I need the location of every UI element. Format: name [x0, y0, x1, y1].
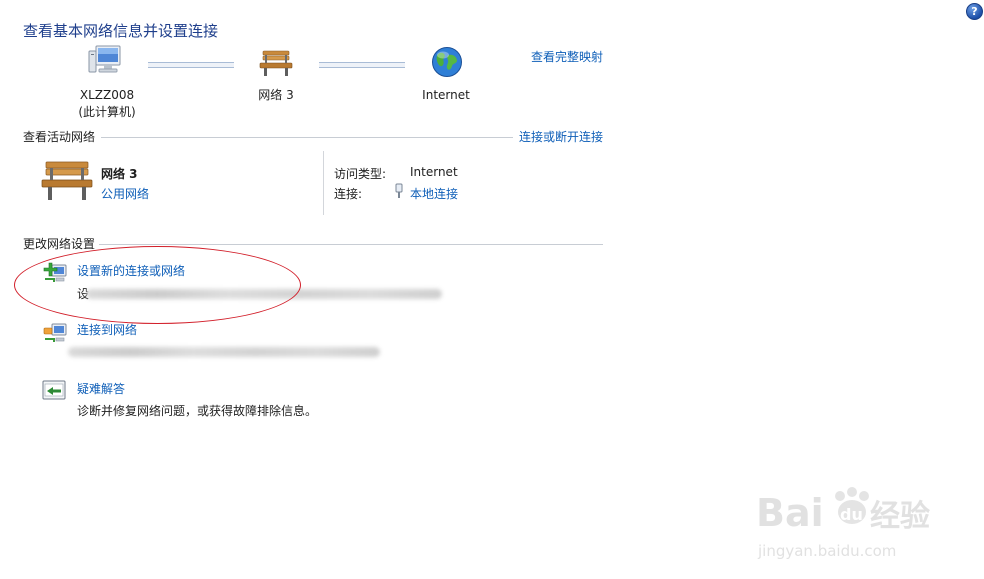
network-type-link[interactable]: 公用网络 [101, 185, 149, 202]
blurred-description-2 [68, 347, 380, 357]
map-connector-2 [319, 62, 405, 68]
local-connection-link[interactable]: 本地连接 [410, 185, 458, 202]
internet-label: Internet [422, 88, 470, 102]
bench-icon[interactable] [258, 49, 294, 80]
access-type-value: Internet [410, 165, 458, 179]
page-title: 查看基本网络信息并设置连接 [23, 22, 219, 40]
troubleshoot-link[interactable]: 疑难解答 [77, 380, 125, 397]
view-full-map-link[interactable]: 查看完整映射 [531, 48, 603, 65]
map-connector-1 [148, 62, 234, 68]
connect-disconnect-link[interactable]: 连接或断开连接 [519, 128, 603, 145]
watermark-url: jingyan.baidu.com [757, 542, 896, 560]
ethernet-plug-icon [394, 183, 404, 202]
computer-subtitle: (此计算机) [78, 105, 136, 119]
change-settings-rule [99, 244, 603, 245]
connection-label: 连接: [334, 187, 363, 201]
watermark-brand: Bai [756, 491, 824, 535]
active-network-name: 网络 3 [101, 167, 138, 181]
connect-to-network-link[interactable]: 连接到网络 [77, 321, 137, 338]
help-icon[interactable]: ? [966, 3, 983, 20]
troubleshoot-desc: 诊断并修复网络问题，或获得故障排除信息。 [77, 404, 318, 418]
access-type-label: 访问类型: [334, 167, 387, 181]
change-settings-header: 更改网络设置 [23, 237, 96, 251]
computer-label: XLZZ008 (此计算机) [70, 87, 144, 121]
highlight-ellipse [14, 246, 301, 324]
connect-network-icon[interactable] [42, 320, 68, 347]
network-label: 网络 3 [258, 88, 294, 102]
globe-icon[interactable] [431, 46, 463, 81]
watermark-brand2: du [840, 505, 863, 524]
active-network-bench-icon [40, 160, 94, 205]
active-networks-rule [101, 137, 513, 138]
watermark-suffix: 经验 [870, 499, 930, 534]
active-network-divider [323, 151, 324, 215]
computer-name: XLZZ008 [79, 88, 135, 102]
troubleshoot-icon[interactable] [42, 379, 66, 404]
computer-icon[interactable] [88, 45, 122, 80]
baidu-watermark: Bai du 经验 jingyan.baidu.com [756, 478, 936, 568]
active-networks-header: 查看活动网络 [23, 130, 96, 144]
